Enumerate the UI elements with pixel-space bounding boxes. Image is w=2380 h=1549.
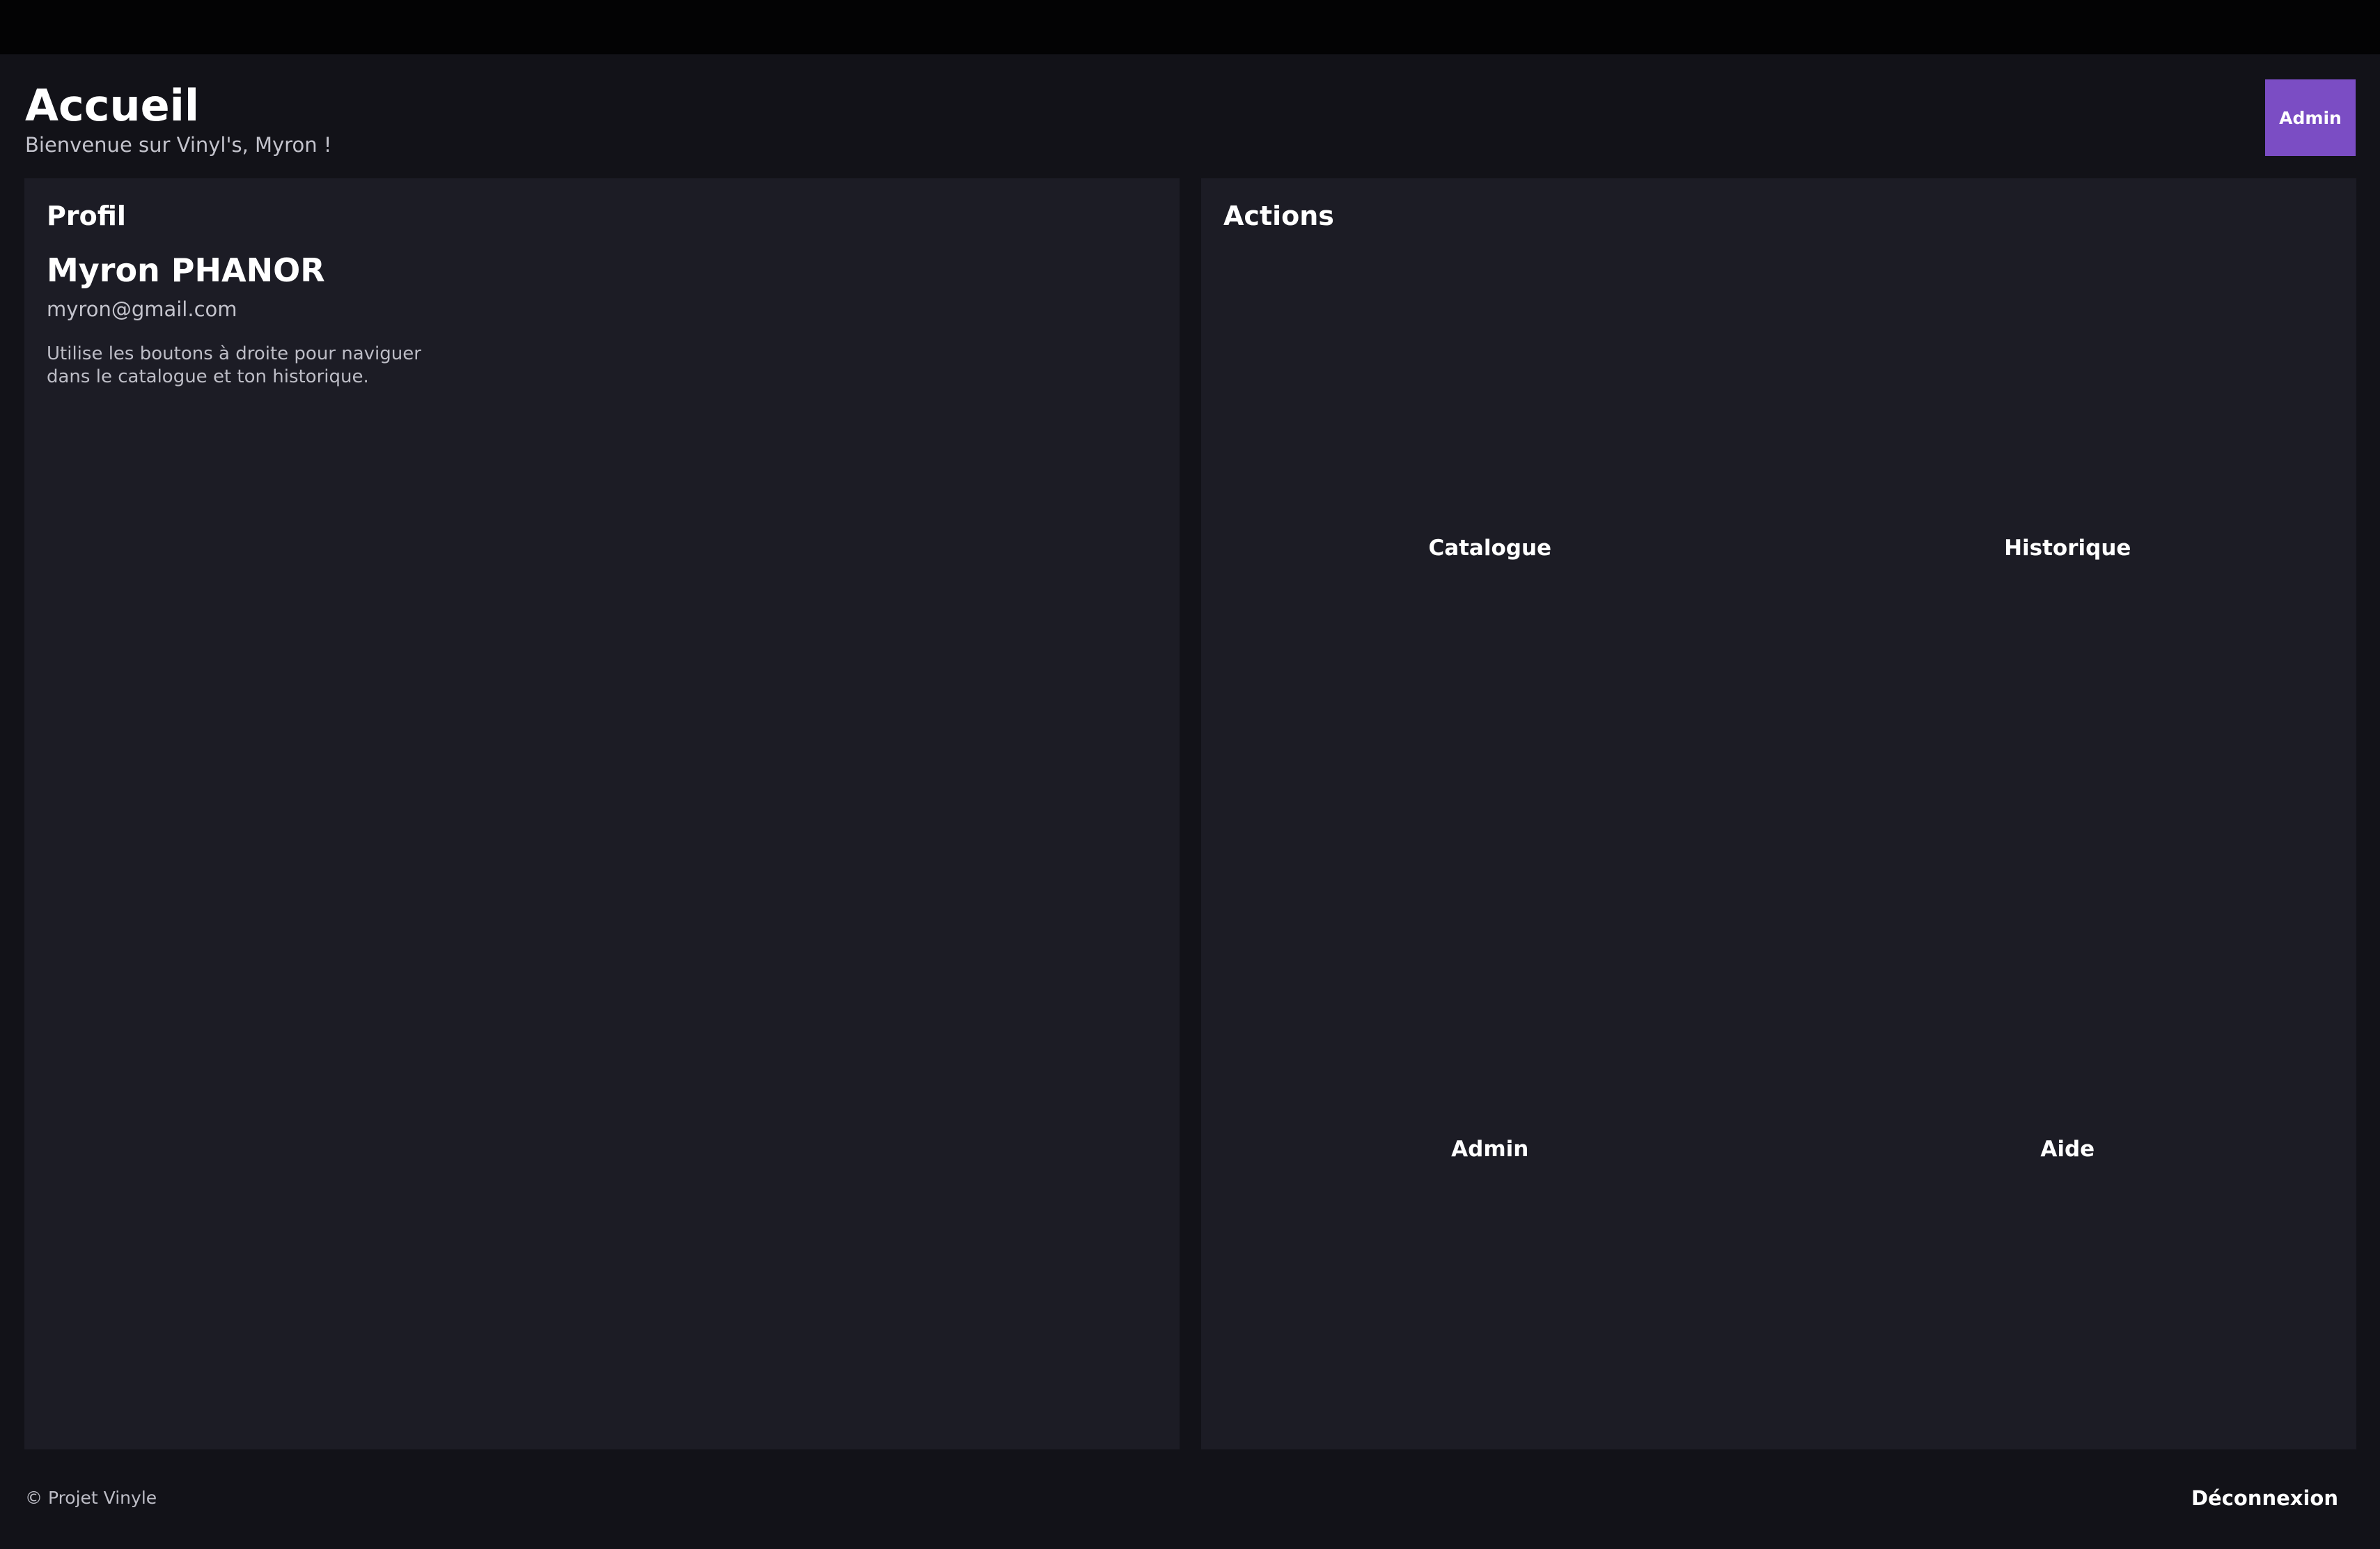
admin-header-button[interactable]: Admin [2265, 79, 2356, 156]
actions-grid: Catalogue Historique Admin Aide [1201, 248, 2356, 1449]
top-bar [0, 0, 2380, 54]
page-footer: © Projet Vinyle Déconnexion [0, 1449, 2380, 1549]
catalogue-button[interactable]: Catalogue [1201, 248, 1779, 849]
page-subtitle: Bienvenue sur Vinyl's, Myron ! [25, 133, 332, 157]
profile-name: Myron PHANOR [47, 251, 325, 289]
profile-panel-title: Profil [47, 201, 126, 231]
actions-panel-title: Actions [1223, 201, 1334, 231]
page-title: Accueil [25, 80, 200, 131]
profile-panel: Profil Myron PHANOR myron@gmail.com Util… [24, 178, 1180, 1449]
actions-panel: Actions Catalogue Historique Admin Aide [1201, 178, 2356, 1449]
historique-button[interactable]: Historique [1779, 248, 2357, 849]
aide-button[interactable]: Aide [1779, 849, 2357, 1450]
admin-button[interactable]: Admin [1201, 849, 1779, 1450]
profile-email: myron@gmail.com [47, 297, 237, 321]
page-header: Accueil Bienvenue sur Vinyl's, Myron ! A… [0, 54, 2380, 178]
logout-button[interactable]: Déconnexion [2191, 1481, 2338, 1515]
profile-hint: Utilise les boutons à droite pour navigu… [47, 343, 421, 387]
copyright-text: © Projet Vinyle [25, 1488, 157, 1508]
